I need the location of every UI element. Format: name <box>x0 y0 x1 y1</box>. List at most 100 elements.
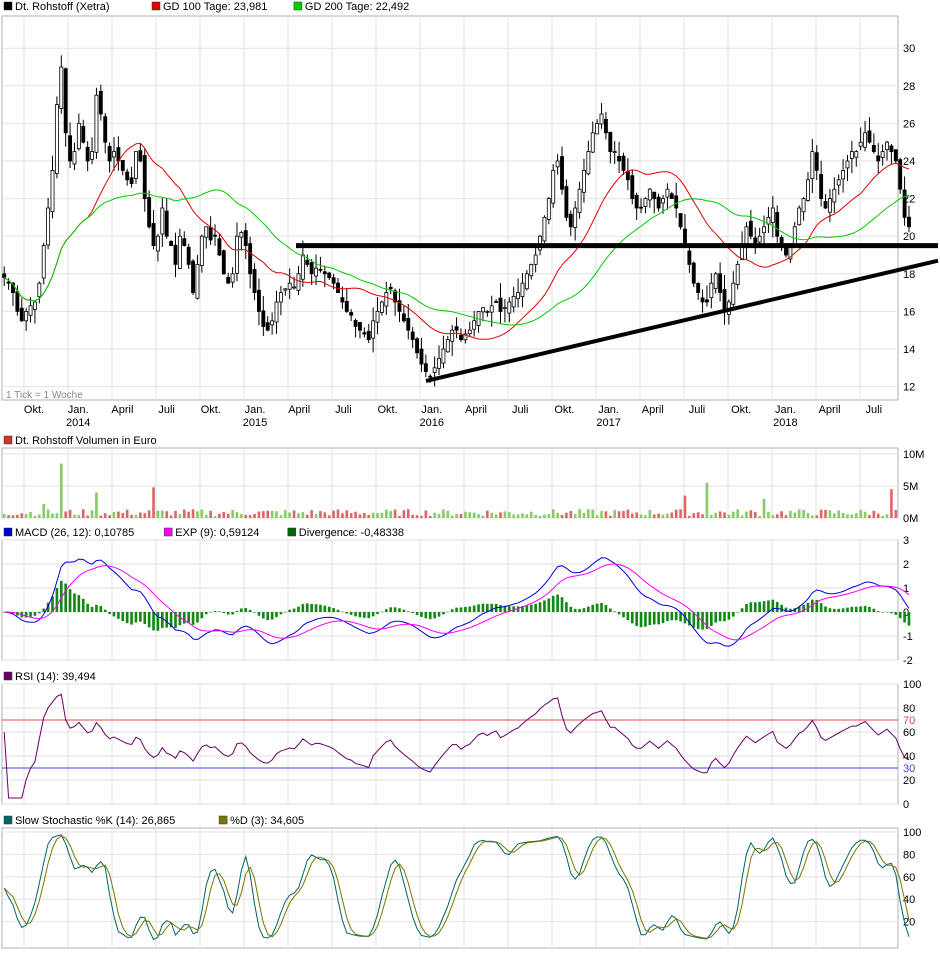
candle-body <box>353 320 358 327</box>
volume-bar <box>174 510 177 518</box>
candle-body <box>520 282 525 298</box>
divergence-bar <box>187 612 190 624</box>
price-y-tick-label: 16 <box>903 306 915 318</box>
divergence-bar <box>490 603 494 612</box>
candle-body <box>481 307 485 313</box>
candle-body <box>134 151 138 179</box>
candle-body <box>494 301 499 303</box>
x-tick-label: Juli <box>335 404 352 416</box>
divergence-bar <box>33 612 37 616</box>
divergence-bar <box>248 609 252 612</box>
volume-bar <box>714 512 718 518</box>
divergence-bar <box>468 606 472 612</box>
candle-body <box>423 363 428 372</box>
volume-bar <box>354 511 357 518</box>
x-tick-label: Jan. <box>775 404 796 416</box>
candle-body <box>599 113 604 125</box>
candle-body <box>849 151 854 159</box>
candle-body <box>379 301 384 313</box>
volume-bar <box>762 498 766 518</box>
divergence-bar <box>828 608 832 612</box>
divergence-bar <box>753 602 757 612</box>
volume-bar <box>543 514 546 518</box>
divergence-bar <box>301 604 305 612</box>
divergence-bar <box>200 612 204 619</box>
candle-body <box>371 320 376 339</box>
candle-body <box>647 188 652 201</box>
divergence-bar <box>376 612 379 615</box>
divergence-bar <box>209 612 212 613</box>
divergence-bar <box>218 611 221 612</box>
candle-body <box>362 332 367 335</box>
divergence-bar <box>723 612 726 622</box>
volume-bar <box>630 513 634 518</box>
stoch-legend-swatch <box>3 815 13 825</box>
volume-bar <box>740 515 744 518</box>
divergence-bar <box>349 612 353 615</box>
volume-bar <box>130 514 133 518</box>
divergence-bar <box>573 608 577 612</box>
volume-bar <box>578 509 581 518</box>
volume-bar <box>797 509 801 518</box>
volume-bar <box>182 509 186 518</box>
candle-body <box>318 268 323 271</box>
divergence-bar <box>42 608 46 612</box>
divergence-bar <box>714 612 718 623</box>
price-legend-label: Dt. Rohstoff (Xetra) <box>15 1 110 13</box>
volume-bar <box>859 509 862 518</box>
rsi-panel-frame <box>1 683 899 805</box>
candle-body <box>621 155 626 171</box>
divergence-bar <box>231 612 234 615</box>
stochastic-panel: Slow Stochastic %K (14): 26,865 %D (3): 3… <box>1 815 921 949</box>
divergence-bar <box>213 610 217 612</box>
divergence-bar <box>415 612 419 616</box>
divergence-bar <box>420 612 423 617</box>
volume-bar <box>674 509 678 518</box>
divergence-bar <box>775 602 779 612</box>
divergence-bar <box>327 606 331 612</box>
candle-body <box>691 262 696 284</box>
divergence-bar <box>595 603 599 612</box>
divergence-bar <box>907 612 911 626</box>
candle-body <box>199 235 204 266</box>
divergence-bar <box>898 612 902 619</box>
candle-body <box>261 310 266 327</box>
x-tick-label: April <box>288 404 310 416</box>
divergence-bar <box>55 587 59 612</box>
volume-bar <box>380 512 384 518</box>
candle-body <box>257 289 261 312</box>
volume-bar <box>608 515 612 518</box>
candle-body <box>568 213 573 228</box>
divergence-bar <box>670 612 674 621</box>
candle-body <box>2 273 7 278</box>
volume-bar <box>86 515 89 518</box>
candle-body <box>814 152 819 171</box>
candle-body <box>116 147 121 162</box>
x-tick-label: April <box>819 404 841 416</box>
volume-bar <box>424 510 428 518</box>
volume-bar <box>661 514 665 518</box>
macd-legend-swatch <box>287 527 297 537</box>
divergence-bar <box>824 606 827 612</box>
volume-bar <box>24 514 28 518</box>
macd-y-tick-label: -1 <box>903 631 913 643</box>
x-tick-label: Okt. <box>554 404 574 416</box>
candle-body <box>37 282 42 298</box>
divergence-bar <box>872 608 876 612</box>
x-tick-label: Okt. <box>24 404 44 416</box>
candle-body <box>674 195 679 209</box>
macd-legend-label: EXP (9): 0,59124 <box>175 527 259 539</box>
divergence-bar <box>587 606 590 612</box>
candle-body <box>586 151 591 175</box>
volume-bar <box>745 511 748 518</box>
macd-panel-frame <box>1 539 899 661</box>
candle-body <box>485 310 490 313</box>
divergence-bar <box>569 606 573 612</box>
candle-body <box>33 301 37 310</box>
volume-bar <box>319 511 322 518</box>
candle-body <box>195 263 200 299</box>
volume-bar <box>244 514 248 518</box>
divergence-bar <box>578 609 581 612</box>
volume-bar <box>415 515 419 518</box>
candle-body <box>876 155 881 162</box>
